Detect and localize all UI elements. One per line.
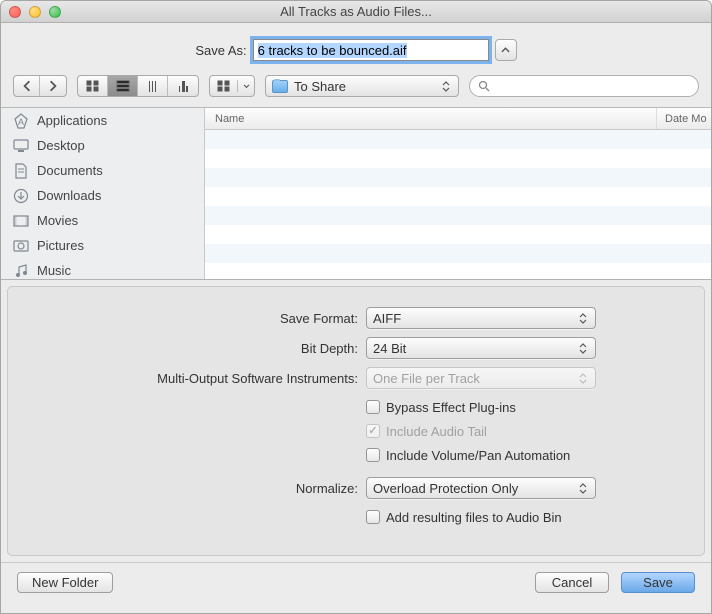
sidebar-item-label: Pictures [37, 238, 84, 253]
apps-icon: A [13, 113, 29, 129]
svg-text:A: A [18, 117, 24, 127]
bypass-effects-checkbox[interactable] [366, 400, 380, 414]
downloads-icon [13, 188, 29, 204]
icon-view-button[interactable] [78, 76, 108, 96]
include-volpan-checkbox[interactable] [366, 448, 380, 462]
add-to-bin-row: Add resulting files to Audio Bin [32, 507, 680, 529]
file-list-body[interactable] [205, 130, 711, 279]
cancel-button[interactable]: Cancel [535, 572, 609, 593]
bit-depth-popup[interactable]: 24 Bit [366, 337, 596, 359]
collapse-panel-button[interactable] [495, 39, 517, 61]
add-to-bin-checkbox[interactable] [366, 510, 380, 524]
list-item [205, 187, 711, 206]
coverflow-view-button[interactable] [168, 76, 198, 96]
include-tail-label: Include Audio Tail [386, 424, 487, 439]
bit-depth-label: Bit Depth: [32, 341, 366, 356]
filename-input[interactable] [253, 39, 489, 61]
column-view-button[interactable] [138, 76, 168, 96]
stepper-icon [576, 373, 589, 384]
sidebar-item-label: Movies [37, 213, 78, 228]
new-folder-button[interactable]: New Folder [17, 572, 113, 593]
options-panel: Save Format: AIFF Bit Depth: 24 Bit [7, 286, 705, 556]
stepper-icon [439, 81, 452, 92]
search-icon [478, 80, 490, 92]
list-item [205, 244, 711, 263]
list-item [205, 263, 711, 279]
add-to-bin-label: Add resulting files to Audio Bin [386, 510, 562, 525]
search-field[interactable] [469, 75, 699, 97]
sidebar-item-documents[interactable]: Documents [1, 158, 204, 183]
stepper-icon [576, 343, 589, 354]
multi-output-popup: One File per Track [366, 367, 596, 389]
normalize-label: Normalize: [32, 481, 366, 496]
location-label: To Share [294, 79, 433, 94]
pictures-icon [13, 238, 29, 254]
sidebar-item-label: Desktop [37, 138, 85, 153]
sidebar-item-music[interactable]: Music [1, 258, 204, 279]
stepper-icon [576, 313, 589, 324]
save-as-row: Save As: [1, 23, 711, 75]
save-format-label: Save Format: [32, 311, 366, 326]
sidebar: A Applications Desktop Documents Downloa… [1, 108, 205, 279]
save-format-row: Save Format: AIFF [32, 307, 680, 329]
list-item [205, 149, 711, 168]
file-list-header: Name Date Mo [205, 108, 711, 130]
forward-button[interactable] [40, 76, 66, 96]
location-popup[interactable]: To Share [265, 75, 459, 97]
sidebar-item-label: Applications [37, 113, 107, 128]
include-volpan-label: Include Volume/Pan Automation [386, 448, 570, 463]
arrange-popup[interactable] [209, 75, 255, 97]
sidebar-item-label: Documents [37, 163, 103, 178]
include-volpan-row: Include Volume/Pan Automation [32, 445, 680, 467]
normalize-popup[interactable]: Overload Protection Only [366, 477, 596, 499]
window-title: All Tracks as Audio Files... [1, 4, 711, 19]
sidebar-item-movies[interactable]: Movies [1, 208, 204, 233]
sidebar-item-label: Downloads [37, 188, 101, 203]
titlebar: All Tracks as Audio Files... [1, 1, 711, 23]
sidebar-item-desktop[interactable]: Desktop [1, 133, 204, 158]
column-name[interactable]: Name [205, 108, 657, 129]
sidebar-item-label: Music [37, 263, 71, 278]
browser-toolbar: To Share [1, 75, 711, 108]
save-button[interactable]: Save [621, 572, 695, 593]
list-item [205, 130, 711, 149]
save-format-popup[interactable]: AIFF [366, 307, 596, 329]
footer: New Folder Cancel Save [1, 562, 711, 602]
music-icon [13, 263, 29, 279]
multi-output-label: Multi-Output Software Instruments: [32, 371, 366, 386]
include-tail-checkbox [366, 424, 380, 438]
sidebar-item-pictures[interactable]: Pictures [1, 233, 204, 258]
bit-depth-row: Bit Depth: 24 Bit [32, 337, 680, 359]
include-tail-row: Include Audio Tail [32, 421, 680, 443]
multi-output-row: Multi-Output Software Instruments: One F… [32, 367, 680, 389]
view-mode-group [77, 75, 199, 97]
normalize-row: Normalize: Overload Protection Only [32, 477, 680, 499]
list-view-button[interactable] [108, 76, 138, 96]
folder-icon [272, 80, 288, 93]
documents-icon [13, 163, 29, 179]
list-item [205, 225, 711, 244]
sidebar-item-applications[interactable]: A Applications [1, 108, 204, 133]
list-item [205, 168, 711, 187]
sidebar-item-downloads[interactable]: Downloads [1, 183, 204, 208]
nav-back-forward [13, 75, 67, 97]
stepper-icon [576, 483, 589, 494]
bypass-row: Bypass Effect Plug-ins [32, 397, 680, 419]
list-item [205, 206, 711, 225]
bypass-effects-label: Bypass Effect Plug-ins [386, 400, 516, 415]
file-list: Name Date Mo [205, 108, 711, 279]
column-date[interactable]: Date Mo [657, 108, 711, 129]
save-as-label: Save As: [195, 43, 246, 58]
file-browser: A Applications Desktop Documents Downloa… [1, 108, 711, 280]
search-input[interactable] [494, 79, 690, 93]
export-dialog: All Tracks as Audio Files... Save As: [0, 0, 712, 614]
desktop-icon [13, 138, 29, 154]
back-button[interactable] [14, 76, 40, 96]
movies-icon [13, 213, 29, 229]
